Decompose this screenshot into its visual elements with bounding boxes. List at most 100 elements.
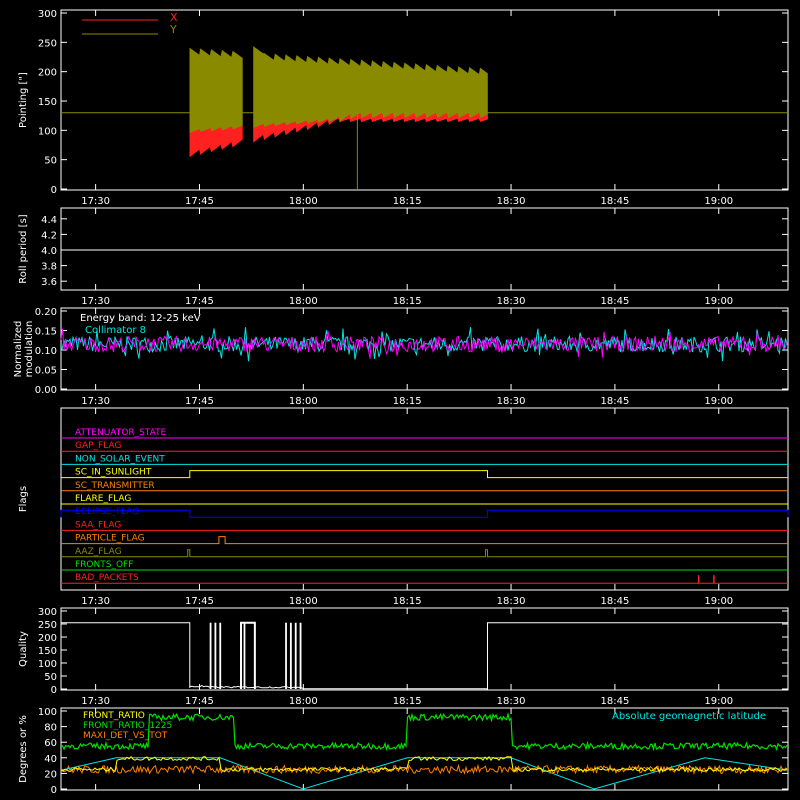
pointing-xtick-label: 17:30 [81,196,110,207]
roll-ytick-label: 3.8 [41,262,57,273]
ratios-ytick-label: 80 [44,723,57,734]
flag-row: GAP_FLAG [61,441,788,452]
modulation-ytick-label: 0.10 [35,346,57,357]
modulation-series-magenta [60,328,788,359]
flag-row: FLARE_FLAG [61,494,788,505]
flag-row: ECLIPSE_FLAG [60,507,789,518]
ratios-ytick-label: 40 [44,754,57,765]
roll-ytick-label: 4.0 [41,246,57,257]
modulation-xtick-label: 17:30 [81,396,110,407]
modulation-xtick-label: 18:15 [393,396,422,407]
pointing-xtick-label: 19:00 [704,196,733,207]
flags-xtick-label: 18:45 [600,596,629,607]
flag-row: FRONTS_OFF [61,560,788,571]
quality-series [61,622,788,690]
flag-row: SAA_FLAG [61,520,788,531]
flags-xtick-label: 17:45 [185,596,214,607]
roll-ytick-label: 4.4 [41,215,57,226]
pointing-ytick-label: 100 [38,126,57,137]
flags-frame [60,407,789,591]
collimator-legend: Collimator 8 [85,325,146,336]
roll-xtick-label: 17:45 [185,296,214,307]
panel-roll: 17:30 17:45 18:00 18:15 18:30 18:45 19:00 3.6 3.… [18,207,789,307]
quality-xtick-label: 18:15 [393,696,422,707]
modulation-ytick-label: 0.05 [35,366,57,377]
flag-label: FLARE_FLAG [75,494,131,504]
quality-frame [60,607,789,691]
series-y-band [189,47,243,134]
ratios-legend-label: FRONT_RATIO [83,711,145,721]
modulation-xtick-label: 18:45 [600,396,629,407]
flag-row: BAD_PACKETS [61,573,788,584]
flag-row: NON_SOLAR_EVENT [61,454,788,465]
pointing-xtick-label: 17:45 [185,196,214,207]
pointing-xtick-label: 18:30 [497,196,526,207]
pointing-xtick-label: 18:00 [289,196,318,207]
pointing-xtick-label: 18:15 [393,196,422,207]
ratios-ytick-label: 60 [44,738,57,749]
pointing-ytick-label: 300 [38,9,57,20]
quality-ytick-label: 100 [38,659,57,670]
flag-trace [61,549,788,558]
ratios-ytick-label: 100 [38,707,57,718]
quality-ytick-label: 0 [51,685,57,696]
roll-ytick-label: 3.6 [41,277,57,288]
modulation-ylabel: modulation [24,321,35,378]
flag-trace [61,470,788,479]
flag-label: NON_SOLAR_EVENT [75,454,165,464]
quality-gap-block [240,621,256,689]
roll-xtick-label: 18:30 [497,296,526,307]
flags-ylabel: Flags [18,486,29,512]
flag-label: SAA_FLAG [75,520,121,530]
energy-band-annotation: Energy band: 12-25 keV [80,313,201,324]
pointing-ylabel: Pointing ["] [18,72,29,128]
flags-xtick-label: 18:30 [497,596,526,607]
quality-xtick-label: 19:00 [704,696,733,707]
flag-label: GAP_FLAG [75,441,121,451]
pointing-xtick-label: 18:45 [600,196,629,207]
roll-ytick-label: 4.2 [41,230,57,241]
roll-xtick-label: 18:00 [289,296,318,307]
flags-xtick-label: 19:00 [704,596,733,607]
roll-xtick-label: 19:00 [704,296,733,307]
flags-xtick-label: 18:15 [393,596,422,607]
pointing-ytick-label: 250 [38,38,57,49]
modulation-xtick-label: 18:30 [497,396,526,407]
ratios-legend-label: FRONT_RATIO_1225 [83,721,172,731]
modulation-xtick-label: 19:00 [704,396,733,407]
flag-row: ATTENUATOR_STATE [61,428,788,439]
flag-trace [61,536,788,545]
ratios-ylabel: Degrees or % [18,715,29,783]
quality-xtick-label: 18:45 [600,696,629,707]
flag-row: AAZ_FLAG [61,547,788,558]
roll-xtick-label: 18:15 [393,296,422,307]
flag-label: FRONTS_OFF [75,560,133,570]
pointing-ytick-label: 200 [38,68,57,79]
flag-row: SC_IN_SUNLIGHT [61,468,788,479]
series-x-band [189,125,243,158]
quality-xtick-label: 18:00 [289,696,318,707]
roll-xtick-label: 17:30 [81,296,110,307]
quality-ytick-label: 200 [38,633,57,644]
modulation-ytick-label: 0.20 [35,307,57,318]
panel-modulation: 17:30 17:45 18:00 18:15 18:30 18:45 19:00 0.00 0… [13,307,789,407]
modulation-xtick-label: 17:45 [185,396,214,407]
quality-ytick-label: 300 [38,607,57,618]
quality-xtick-label: 18:30 [497,696,526,707]
modulation-xtick-label: 18:00 [289,396,318,407]
flag-trace [60,509,789,518]
flag-label: SC_IN_SUNLIGHT [75,468,152,478]
flags-xtick-label: 17:30 [81,596,110,607]
flag-row: SC_TRANSMITTER [61,481,788,492]
flag-label: PARTICLE_FLAG [75,534,145,544]
ratios-ytick-label: 0 [51,785,57,796]
quality-ylabel: Quality [18,631,29,667]
panel-flags: 17:30 17:45 18:00 18:15 18:30 18:45 19:00 Flags… [18,407,789,607]
flag-label: BAD_PACKETS [75,573,139,583]
roll-xtick-label: 18:45 [600,296,629,307]
flag-label: ECLIPSE_FLAG [75,507,139,517]
flag-label: SC_TRANSMITTER [75,481,155,491]
modulation-ytick-label: 0.00 [35,385,57,396]
modulation-ytick-label: 0.15 [35,327,57,338]
latitude-annotation: Absolute geomagnetic latitude [612,711,766,722]
